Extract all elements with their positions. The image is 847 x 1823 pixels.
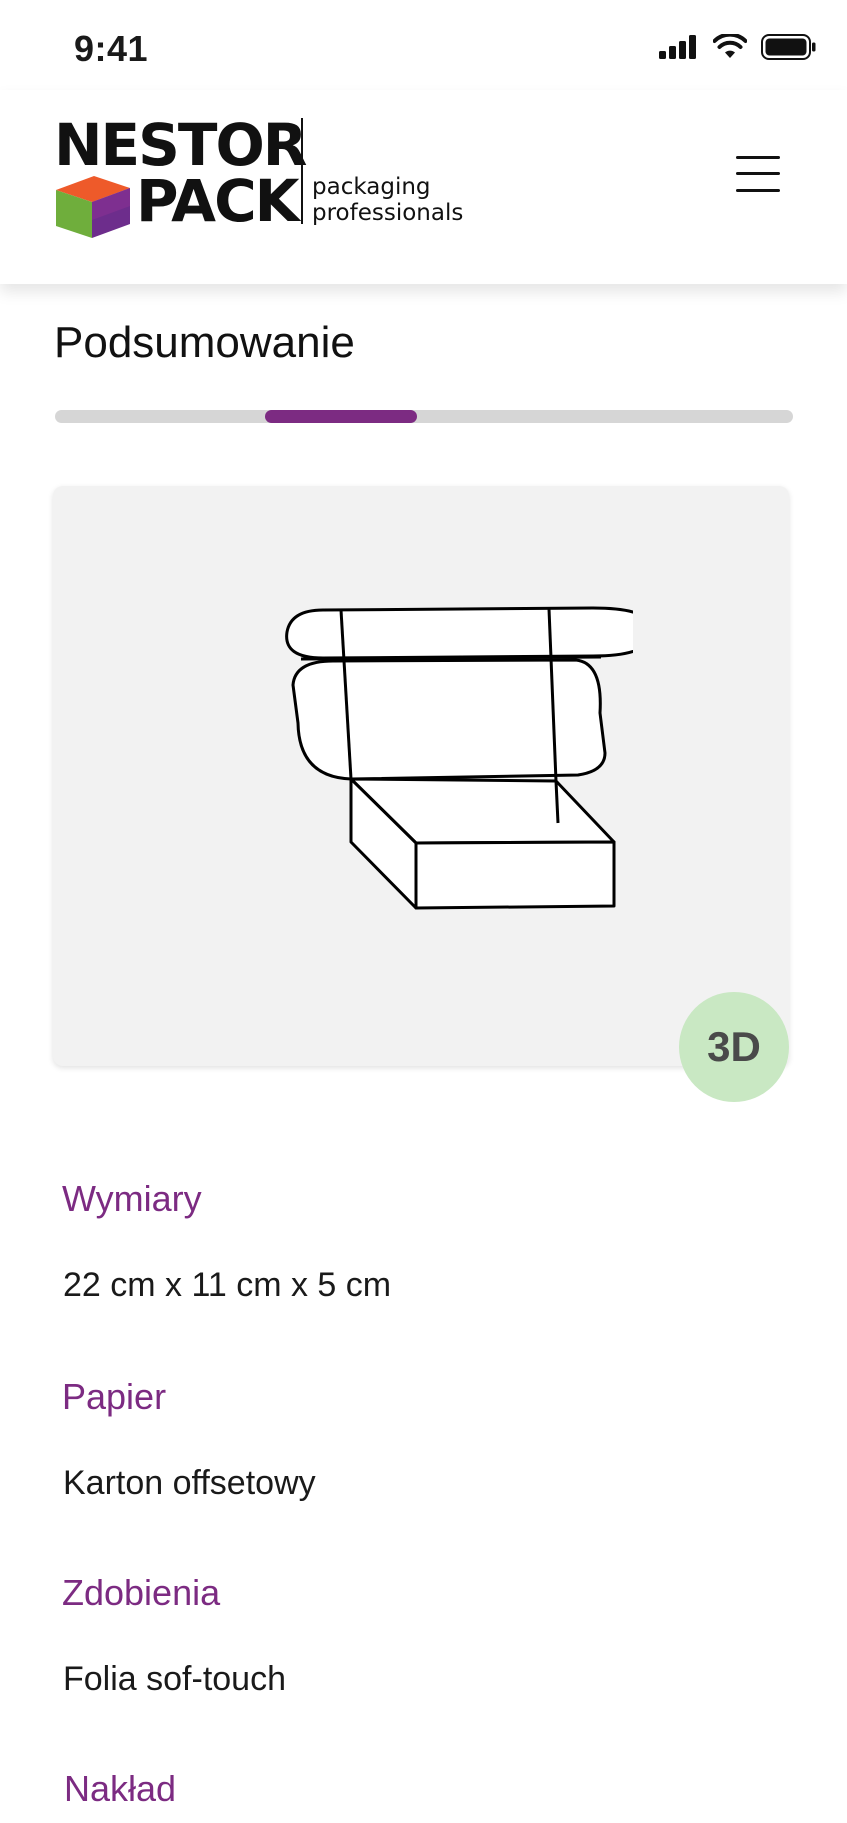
spec-label-finishing: Zdobienia — [62, 1572, 221, 1613]
spec-value-paper: Karton offsetowy — [63, 1464, 316, 1502]
logo-word-top: NESTOR — [54, 111, 307, 179]
wifi-icon — [713, 34, 747, 58]
spec-label-quantity: Nakład — [64, 1768, 177, 1809]
step-progress-current — [265, 410, 417, 423]
logo-tagline: packaging professionals — [312, 174, 463, 226]
logo-word-bottom: PACK — [136, 167, 300, 235]
box-preview — [53, 486, 789, 1066]
page-title: Podsumowanie — [54, 318, 355, 367]
logo-tagline-line2: professionals — [312, 200, 464, 226]
spec-value-dimensions: 22 cm x 11 cm x 5 cm — [63, 1266, 392, 1304]
step-progress-bar — [55, 410, 793, 423]
spec-value-finishing: Folia sof-touch — [63, 1660, 286, 1698]
status-time: 9:41 — [74, 28, 149, 69]
battery-icon — [761, 34, 816, 60]
app-header: NESTOR PACK packaging professionals — [0, 90, 847, 284]
spec-label-dimensions: Wymiary — [62, 1178, 202, 1219]
status-icons — [659, 34, 817, 60]
hamburger-menu-icon[interactable] — [732, 154, 782, 194]
logo-tagline-line1: packaging — [312, 174, 431, 200]
logo-divider — [301, 118, 303, 224]
spec-label-paper: Papier — [62, 1376, 167, 1417]
nestor-pack-logo[interactable]: NESTOR PACK packaging professionals — [54, 111, 484, 238]
logo-cube-icon — [56, 176, 130, 238]
mailer-box-image — [285, 606, 633, 910]
cellular-signal-icon — [659, 35, 696, 59]
view-3d-button[interactable]: 3D — [679, 992, 789, 1102]
status-bar: 9:41 — [0, 0, 847, 90]
